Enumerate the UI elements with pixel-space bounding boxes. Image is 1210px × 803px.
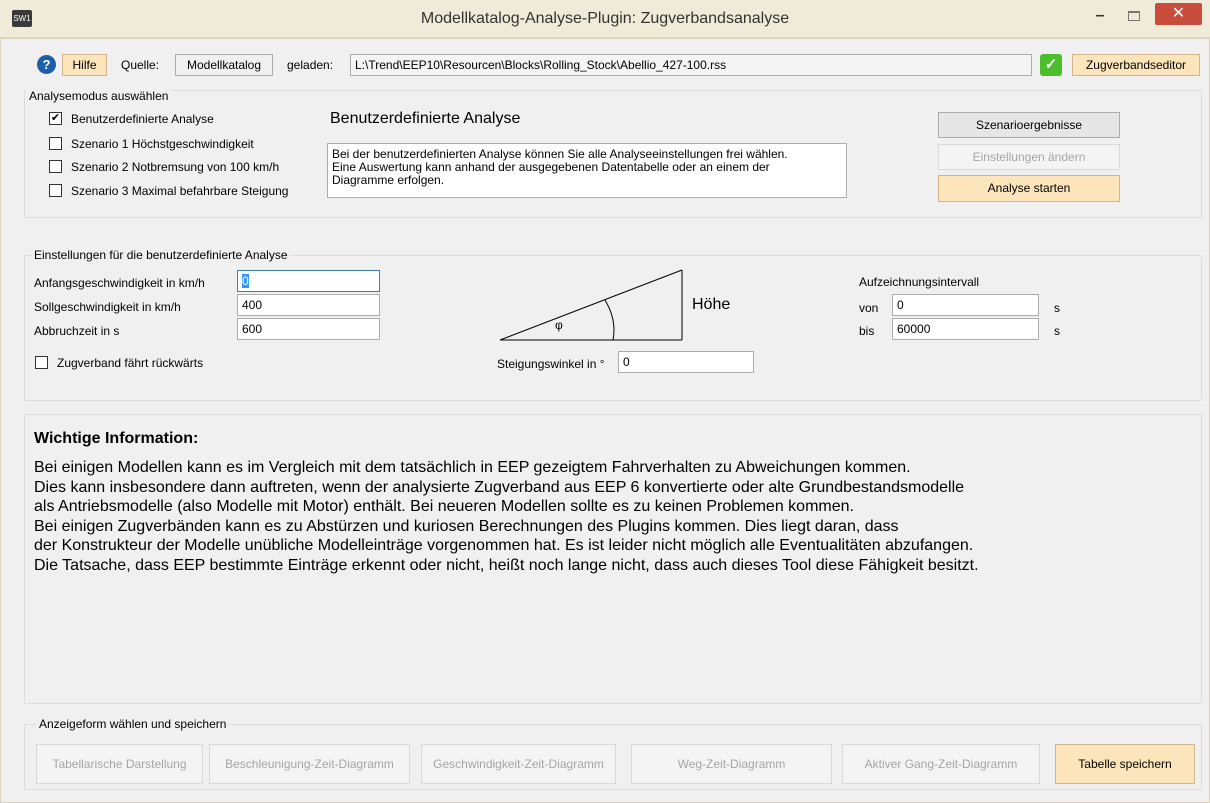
height-label: Höhe [692,296,731,313]
loaded-label: geladen: [287,58,334,72]
to-field[interactable]: 60000 [892,318,1039,340]
target-speed-field[interactable]: 400 [237,294,380,316]
table-view-button[interactable]: Tabellarische Darstellung [36,744,203,784]
option-label: Szenario 2 Notbremsung von 100 km/h [71,160,280,174]
loaded-path-field[interactable]: L:\Trend\EEP10\Resourcen\Blocks\Rolling_… [350,54,1032,76]
angle-arc [604,299,615,341]
option-label: Szenario 3 Maximal befahrbare Steigung [71,184,289,198]
checkbox-reverse[interactable] [35,356,48,369]
to-unit: s [1054,324,1060,338]
scenario-results-button[interactable]: Szenarioergebnisse [938,112,1120,138]
checkbox-scenario-2[interactable] [49,160,62,173]
phi-label: φ [555,318,563,332]
active-gear-time-chart-button[interactable]: Aktiver Gang-Zeit-Diagramm [842,744,1040,784]
info-line: Bei einigen Modellen kann es im Vergleic… [34,459,911,476]
abort-time-label: Abbruchzeit in s [34,324,120,338]
checkbox-scenario-1[interactable] [49,137,62,150]
start-speed-label: Anfangsgeschwindigkeit in km/h [34,276,205,290]
display-group-label: Anzeigeform wählen und speichern [36,717,230,731]
info-title: Wichtige Information: [34,430,199,447]
interval-label: Aufzeichnungsintervall [859,275,980,289]
option-label: Szenario 1 Höchstgeschwindigkeit [71,137,254,151]
window-title: Modellkatalog-Analyse-Plugin: Zugverband… [420,10,790,27]
source-label: Quelle: [121,58,160,72]
info-body: Bei einigen Modellen kann es im Vergleic… [34,458,1194,575]
help-icon[interactable]: ? [37,55,56,74]
to-label: bis [859,324,875,338]
minimize-button[interactable]: – [1085,6,1115,28]
source-value: Modellkatalog [175,54,273,76]
maximize-icon [1128,11,1140,21]
save-table-button[interactable]: Tabelle speichern [1055,744,1195,784]
mode-description-box: Bei der benutzerdefinierten Analyse könn… [327,143,847,198]
checkbox-custom-analysis[interactable]: ✔ [49,112,62,125]
help-button[interactable]: Hilfe [62,54,107,76]
slope-diagram [499,269,683,341]
info-line: als Antriebsmodelle (also Modelle mit Mo… [34,498,854,515]
checkmark-icon: ✓ [1040,54,1062,76]
speed-time-chart-button[interactable]: Geschwindigkeit-Zeit-Diagramm [421,744,616,784]
abort-time-field[interactable]: 600 [237,318,380,340]
acceleration-time-chart-button[interactable]: Beschleunigung-Zeit-Diagramm [209,744,410,784]
start-speed-value: 0 [242,274,249,288]
info-line: Dies kann insbesondere dann auftreten, w… [34,478,965,496]
custom-settings-group-label: Einstellungen für die benutzerdefinierte… [32,248,290,262]
mode-heading: Benutzerdefinierte Analyse [330,110,521,127]
slope-field[interactable]: 0 [618,351,754,373]
from-label: von [859,301,879,315]
start-speed-field[interactable]: 0 [237,270,380,292]
maximize-button[interactable] [1119,6,1149,28]
from-unit: s [1054,301,1060,315]
info-line: Bei einigen Zugverbänden kann es zu Abst… [34,517,899,535]
start-analysis-button[interactable]: Analyse starten [938,175,1120,202]
option-label: Benutzerdefinierte Analyse [71,112,214,126]
checkbox-scenario-3[interactable] [49,184,62,197]
slope-label: Steigungswinkel in ° [497,357,605,371]
info-line: der Konstrukteur der Modelle unübliche M… [34,537,974,554]
reverse-label: Zugverband fährt rückwärts [57,356,204,370]
target-speed-label: Sollgeschwindigkeit in km/h [34,300,181,314]
slope-hypotenuse [499,269,683,341]
analysis-mode-group-label: Analysemodus auswählen [26,89,172,103]
train-editor-button[interactable]: Zugverbandseditor [1072,54,1200,76]
description-line: Diagramme erfolgen. [332,173,445,187]
close-button[interactable]: ✕ [1155,3,1202,25]
distance-time-chart-button[interactable]: Weg-Zeit-Diagramm [631,744,832,784]
from-field[interactable]: 0 [892,294,1039,316]
change-settings-button[interactable]: Einstellungen ändern [938,144,1120,170]
info-line: Die Tatsache, dass EEP bestimmte Einträg… [34,556,979,574]
close-icon: ✕ [1171,5,1186,22]
